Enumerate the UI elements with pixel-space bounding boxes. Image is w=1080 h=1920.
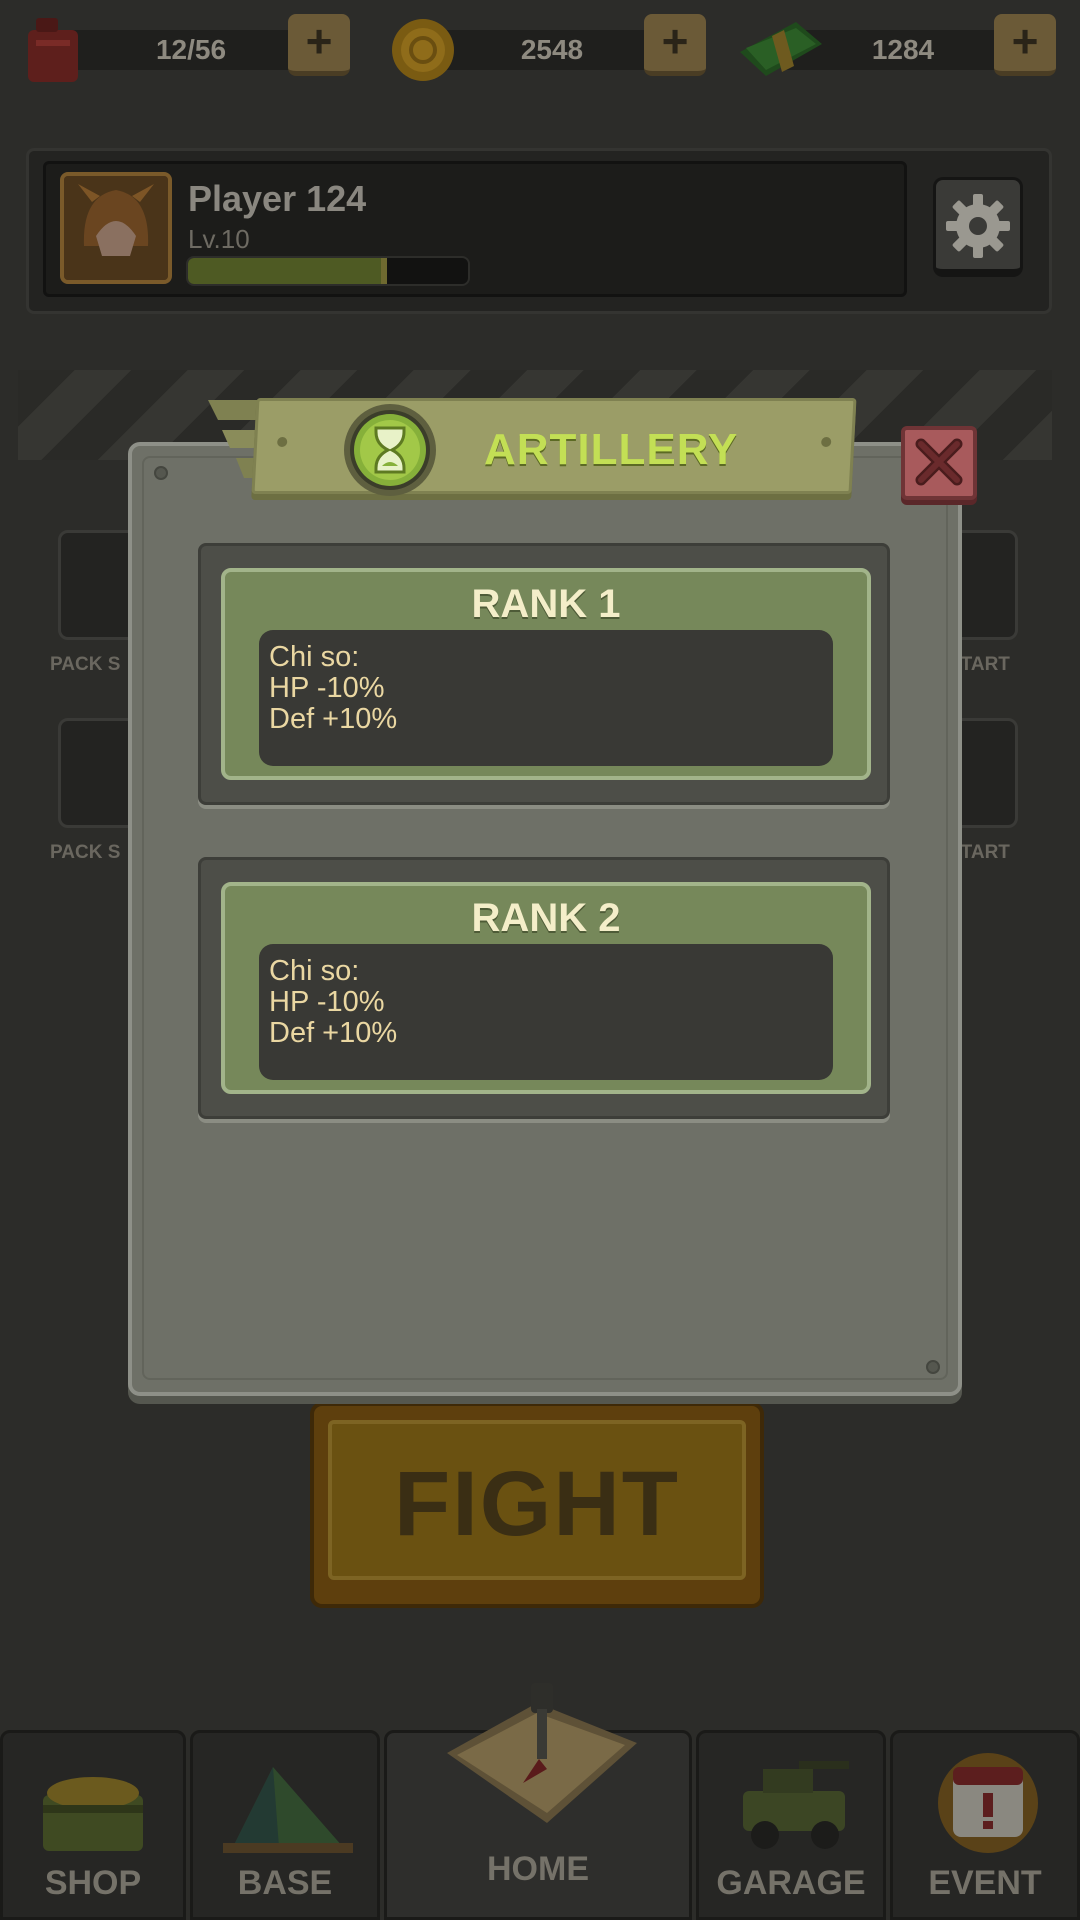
rivet — [926, 1360, 940, 1374]
dialog-title: ARTILLERY — [484, 425, 739, 474]
rank-stat-line: Chi so: — [269, 955, 360, 987]
rank-stats: Chi so: HP -10% Def +10% — [259, 630, 833, 766]
rank-title: RANK 1 — [471, 582, 621, 626]
hourglass-icon — [344, 404, 436, 496]
rivet — [154, 466, 168, 480]
rank-panel-1: RANK 1 Chi so: HP -10% Def +10% — [198, 543, 890, 805]
rank-stat-line: Def +10% — [269, 1017, 398, 1049]
rank-stat-line: HP -10% — [269, 672, 385, 704]
rank-card[interactable]: RANK 2 Chi so: HP -10% Def +10% — [221, 882, 871, 1094]
rank-stat-line: Def +10% — [269, 703, 398, 735]
rank-card[interactable]: RANK 1 Chi so: HP -10% Def +10% — [221, 568, 871, 780]
rank-title: RANK 2 — [471, 896, 621, 940]
rank-stat-line: HP -10% — [269, 986, 385, 1018]
rank-stat-line: Chi so: — [269, 641, 360, 673]
close-button[interactable] — [901, 426, 977, 500]
close-icon — [915, 438, 963, 486]
rank-stats: Chi so: HP -10% Def +10% — [259, 944, 833, 1080]
rank-panel-2: RANK 2 Chi so: HP -10% Def +10% — [198, 857, 890, 1119]
